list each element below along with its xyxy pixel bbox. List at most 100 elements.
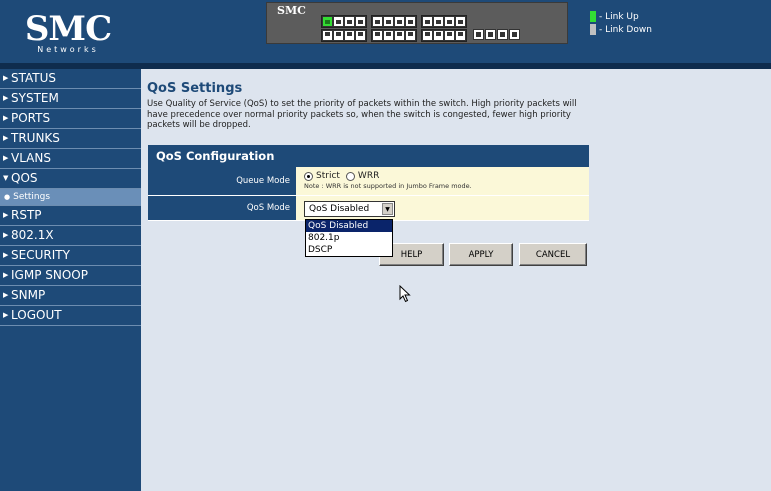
qos-config-table: QoS Configuration Queue Mode Strict WRR … [148, 145, 589, 221]
port-icon[interactable] [405, 30, 416, 41]
sidebar-item-logout[interactable]: ▶ LOGOUT [0, 306, 141, 326]
triangle-right-icon: ▶ [3, 291, 9, 299]
port-icon[interactable] [333, 16, 344, 27]
port-icon[interactable] [405, 16, 416, 27]
sidebar-item-igmp-snoop[interactable]: ▶ IGMP SNOOP [0, 266, 141, 286]
triangle-right-icon: ▶ [3, 211, 9, 219]
qos-mode-value: QoS Disabled ▼ [296, 196, 589, 220]
port-icon[interactable] [433, 30, 444, 41]
port-group [321, 15, 367, 28]
sidebar-item-8021x[interactable]: ▶ 802.1X [0, 226, 141, 246]
sidebar-item-label: TRUNKS [11, 131, 60, 145]
sidebar-item-ports[interactable]: ▶ PORTS [0, 109, 141, 129]
mouse-cursor-icon [399, 284, 411, 307]
port-icon[interactable] [444, 16, 455, 27]
sidebar-item-label: IGMP SNOOP [11, 268, 88, 282]
sidebar-item-vlans[interactable]: ▶ VLANS [0, 149, 141, 169]
sidebar-subitem-settings[interactable]: ● Settings [0, 189, 141, 206]
port-icon[interactable] [383, 16, 394, 27]
link-down-swatch-icon [590, 24, 596, 35]
legend-label: - Link Up [599, 11, 639, 22]
legend-link-down: - Link Down [590, 23, 652, 36]
apply-button[interactable]: APPLY [449, 243, 513, 266]
main-content: QoS Settings Use Quality of Service (QoS… [141, 69, 771, 491]
sidebar-item-label: SECURITY [11, 248, 70, 262]
switch-brand: SMC [277, 4, 306, 17]
port-icon[interactable] [422, 30, 433, 41]
qos-mode-row: QoS Mode QoS Disabled ▼ [148, 196, 589, 221]
header-bar: SMC Networks SMC - Link Up - Link Down [0, 0, 771, 63]
triangle-right-icon: ▶ [3, 251, 9, 259]
port-icon[interactable] [322, 30, 333, 41]
uplink-port-icon[interactable] [485, 29, 496, 40]
port-icon[interactable] [355, 16, 366, 27]
sidebar-item-rstp[interactable]: ▶ RSTP [0, 206, 141, 226]
chevron-down-icon[interactable]: ▼ [382, 203, 393, 215]
triangle-right-icon: ▶ [3, 311, 9, 319]
switch-front-panel: SMC [266, 2, 568, 44]
cancel-button[interactable]: CANCEL [519, 243, 587, 266]
port-group [371, 29, 417, 42]
port-icon[interactable] [394, 16, 405, 27]
bullet-icon: ● [4, 193, 11, 201]
port-icon[interactable] [455, 16, 466, 27]
sidebar-item-snmp[interactable]: ▶ SNMP [0, 286, 141, 306]
sidebar-item-label: RSTP [11, 208, 42, 222]
wrr-radio-label: WRR [357, 171, 380, 181]
port-icon[interactable] [433, 16, 444, 27]
sidebar-item-label: VLANS [11, 151, 51, 165]
sidebar-item-label: SNMP [11, 288, 46, 302]
qos-mode-select[interactable]: QoS Disabled ▼ [304, 201, 395, 217]
sidebar: ▶ STATUS ▶ SYSTEM ▶ PORTS ▶ TRUNKS ▶ VLA… [0, 69, 141, 491]
sidebar-item-status[interactable]: ▶ STATUS [0, 69, 141, 89]
strict-radio-label: Strict [316, 171, 340, 181]
sidebar-item-label: PORTS [11, 111, 51, 125]
link-up-swatch-icon [590, 11, 596, 22]
port-icon[interactable] [355, 30, 366, 41]
triangle-right-icon: ▶ [3, 74, 9, 82]
port-icon[interactable] [422, 16, 433, 27]
port-icon[interactable] [383, 30, 394, 41]
sidebar-item-label: STATUS [11, 71, 57, 85]
sidebar-item-label: LOGOUT [11, 308, 62, 322]
queue-mode-radios: Strict WRR [304, 171, 589, 181]
uplink-port-icon[interactable] [509, 29, 520, 40]
uplink-port-icon[interactable] [473, 29, 484, 40]
port-icon[interactable] [322, 16, 333, 27]
port-icon[interactable] [394, 30, 405, 41]
uplink-group [473, 29, 521, 42]
sidebar-item-label: SYSTEM [11, 91, 59, 105]
port-icon[interactable] [344, 16, 355, 27]
sidebar-item-trunks[interactable]: ▶ TRUNKS [0, 129, 141, 149]
port-icon[interactable] [444, 30, 455, 41]
page-title: QoS Settings [147, 81, 243, 96]
dropdown-option[interactable]: 802.1p [306, 232, 392, 244]
port-group [321, 29, 367, 42]
port-row-bottom [321, 29, 521, 42]
queue-mode-label: Queue Mode [148, 167, 296, 195]
dropdown-option[interactable]: DSCP [306, 244, 392, 256]
port-row-top [321, 15, 471, 28]
port-icon[interactable] [372, 16, 383, 27]
port-group [421, 29, 467, 42]
dropdown-option[interactable]: QoS Disabled [306, 220, 392, 232]
uplink-port-icon[interactable] [497, 29, 508, 40]
triangle-right-icon: ▶ [3, 154, 9, 162]
sidebar-item-label: Settings [13, 192, 51, 202]
logo-text: SMC [24, 9, 112, 49]
wrr-radio[interactable] [345, 171, 355, 181]
page-description: Use Quality of Service (QoS) to set the … [147, 99, 577, 130]
qos-mode-label: QoS Mode [148, 196, 296, 220]
port-icon[interactable] [333, 30, 344, 41]
wrr-note: Note : WRR is not supported in Jumbo Fra… [304, 182, 472, 190]
link-legend: - Link Up - Link Down [590, 10, 652, 36]
sidebar-item-qos[interactable]: ▼ QOS [0, 169, 141, 189]
port-group [371, 15, 417, 28]
strict-radio[interactable] [304, 171, 313, 181]
triangle-right-icon: ▶ [3, 114, 9, 122]
sidebar-item-system[interactable]: ▶ SYSTEM [0, 89, 141, 109]
port-icon[interactable] [372, 30, 383, 41]
port-icon[interactable] [455, 30, 466, 41]
sidebar-item-security[interactable]: ▶ SECURITY [0, 246, 141, 266]
port-icon[interactable] [344, 30, 355, 41]
